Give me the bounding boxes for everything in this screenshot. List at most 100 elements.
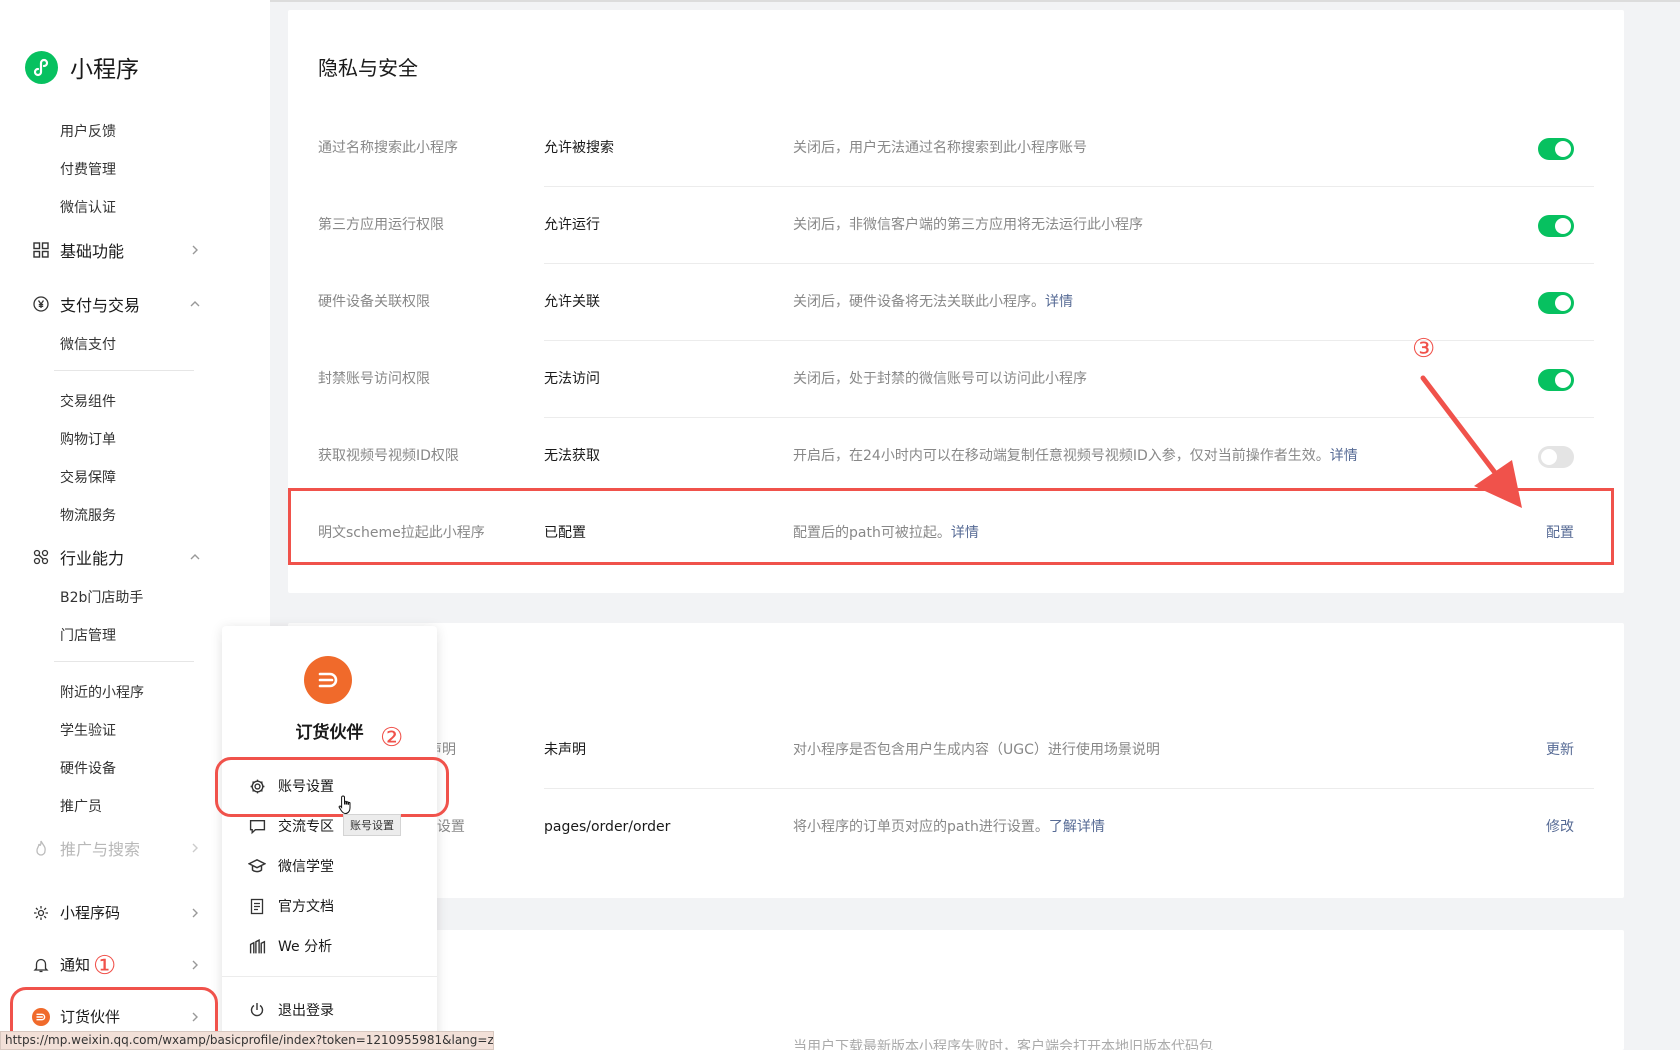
sidebar-item-logistics[interactable]: 物流服务 (60, 505, 116, 525)
flame-icon (32, 839, 50, 857)
chevron-right-icon (188, 958, 202, 972)
yuan-circle-icon (32, 295, 50, 313)
setting-desc: 关闭后，用户无法通过名称搜索到此小程序账号 (793, 140, 1087, 156)
desc-text: 开启后，在24小时内可以在移动端复制任意视频号视频ID入参，仅对当前操作者生效。 (793, 448, 1330, 464)
toggle-switch[interactable] (1538, 292, 1574, 314)
sidebar-item-trade-component[interactable]: 交易组件 (60, 391, 116, 411)
toggle-switch[interactable] (1538, 369, 1574, 391)
setting-status: 无法获取 (544, 448, 600, 464)
chevron-up-icon (188, 297, 202, 311)
sidebar-item-trade-guarantee[interactable]: 交易保障 (60, 467, 116, 487)
setting-row-hardware-link: 硬件设备关联权限 允许关联 关闭后，硬件设备将无法关联此小程序。详情 (318, 264, 1594, 341)
menu-item-label: 官方文档 (278, 899, 334, 915)
annotation-highlight-account-settings (215, 757, 449, 817)
sidebar-item-verification[interactable]: 微信认证 (60, 197, 116, 217)
setting-desc: 关闭后，硬件设备将无法关联此小程序。详情 (793, 264, 1073, 341)
modify-link[interactable]: 修改 (1546, 789, 1574, 866)
setting-name: 硬件设备关联权限 (318, 294, 430, 310)
menu-item-we-analytics[interactable]: We 分析 (248, 936, 332, 956)
sidebar-section-label: 通知 (60, 956, 91, 974)
menu-item-label: 微信学堂 (278, 859, 334, 875)
app-logo[interactable]: 小程序 (25, 50, 139, 84)
setting-desc: 关闭后，处于封禁的微信账号可以访问此小程序 (793, 371, 1087, 387)
sidebar-item-hardware[interactable]: 硬件设备 (60, 758, 116, 778)
setting-row-order-path: h设置 pages/order/order 将小程序的订单页对应的path进行设… (318, 789, 1594, 866)
setting-status: 允许关联 (544, 294, 600, 310)
chevron-right-icon (188, 841, 202, 855)
setting-name: 封禁账号访问权限 (318, 371, 430, 387)
sidebar-item-nearby[interactable]: 附近的小程序 (60, 682, 144, 702)
menu-item-wechat-academy[interactable]: 微信学堂 (248, 856, 334, 876)
divider (54, 370, 194, 371)
sidebar-section-label: 推广与搜索 (60, 840, 141, 859)
setting-desc: 关闭后，非微信客户端的第三方应用将无法运行此小程序 (793, 217, 1143, 233)
sidebar-section-payment[interactable]: 支付与交易 (32, 292, 202, 316)
miniprogram-logo-icon (25, 50, 58, 84)
document-icon (248, 897, 266, 915)
sidebar-item-store-management[interactable]: 门店管理 (60, 625, 116, 645)
account-popup-menu: 订货伙伴 账号设置 交流专区 微信学堂 官方文档 We 分析 退出登录 (222, 626, 437, 1050)
details-link[interactable]: 详情 (1330, 448, 1358, 464)
update-link[interactable]: 更新 (1546, 712, 1574, 789)
browser-status-url: https://mp.weixin.qq.com/wxamp/basicprof… (0, 1031, 494, 1050)
chevron-right-icon (188, 906, 202, 920)
annotation-highlight-scheme-row (288, 488, 1614, 565)
app-name: 小程序 (70, 57, 139, 83)
sidebar-section-qrcode[interactable]: 小程序码 (32, 902, 202, 923)
learn-more-link[interactable]: 了解详情 (1049, 819, 1105, 835)
setting-status: 未声明 (544, 742, 586, 758)
setting-row-ugc-declaration: 声明 未声明 对小程序是否包含用户生成内容（UGC）进行使用场景说明 更新 (318, 712, 1594, 789)
sidebar-section-industry[interactable]: 行业能力 (32, 545, 202, 569)
nodes-icon (32, 548, 50, 566)
account-avatar (304, 656, 352, 704)
setting-status: 允许运行 (544, 217, 600, 233)
sidebar-section-basic[interactable]: 基础功能 (32, 238, 202, 262)
sidebar-item-wechat-pay[interactable]: 微信支付 (60, 334, 116, 354)
popup-divider (222, 976, 437, 977)
annotation-marker-1: ① (93, 951, 117, 981)
grid-icon (32, 241, 50, 259)
setting-name: 通过名称搜索此小程序 (318, 140, 458, 156)
setting-desc: 开启后，在24小时内可以在移动端复制任意视频号视频ID入参，仅对当前操作者生效。… (793, 418, 1358, 495)
details-link[interactable]: 详情 (1045, 294, 1073, 310)
setting-name: 获取视频号视频ID权限 (318, 448, 459, 464)
chevron-right-icon (188, 243, 202, 257)
privacy-card-title: 隐私与安全 (318, 56, 418, 80)
setting-desc: 将小程序的订单页对应的path进行设置。了解详情 (793, 789, 1105, 866)
analytics-icon (248, 937, 266, 955)
sidebar-item-feedback[interactable]: 用户反馈 (60, 121, 116, 141)
account-name: 订货伙伴 (295, 723, 364, 743)
setting-status: 无法访问 (544, 371, 600, 387)
menu-item-logout[interactable]: 退出登录 (248, 1000, 334, 1020)
sidebar-item-shopping-orders[interactable]: 购物订单 (60, 429, 116, 449)
chevron-up-icon (188, 550, 202, 564)
version-card-desc: 当用户下载最新版本小程序失败时，客户端会打开本地旧版本代码包 (793, 1039, 1213, 1050)
setting-status: pages/order/order (544, 819, 671, 835)
sidebar-item-student-verify[interactable]: 学生验证 (60, 720, 116, 740)
menu-item-label: 交流专区 (278, 819, 334, 835)
menu-item-official-docs[interactable]: 官方文档 (248, 896, 334, 916)
bell-icon (32, 956, 50, 974)
sidebar-section-promotion[interactable]: 推广与搜索 (32, 836, 202, 860)
sidebar-item-billing[interactable]: 付费管理 (60, 159, 116, 179)
toggle-switch[interactable] (1538, 138, 1574, 160)
setting-name: 第三方应用运行权限 (318, 217, 444, 233)
menu-item-community[interactable]: 交流专区 (248, 816, 334, 836)
toggle-switch[interactable] (1538, 446, 1574, 468)
setting-desc: 对小程序是否包含用户生成内容（UGC）进行使用场景说明 (793, 742, 1160, 758)
divider (54, 661, 194, 662)
hand-cursor-icon (338, 795, 351, 815)
sidebar-item-b2b-assistant[interactable]: B2b门店助手 (60, 587, 143, 607)
desc-text: 将小程序的订单页对应的path进行设置。 (793, 819, 1049, 835)
setting-row-channels-video-id: 获取视频号视频ID权限 无法获取 开启后，在24小时内可以在移动端复制任意视频号… (318, 418, 1594, 495)
toggle-switch[interactable] (1538, 215, 1574, 237)
sun-icon (32, 904, 50, 922)
setting-row-search-by-name: 通过名称搜索此小程序 允许被搜索 关闭后，用户无法通过名称搜索到此小程序账号 (318, 110, 1594, 187)
sidebar-section-notifications[interactable]: 通知 (32, 954, 202, 975)
setting-status: 允许被搜索 (544, 140, 614, 156)
chat-icon (248, 817, 266, 835)
menu-item-label: We 分析 (278, 939, 333, 955)
sidebar-item-promoter[interactable]: 推广员 (60, 796, 102, 816)
setting-row-third-party-run: 第三方应用运行权限 允许运行 关闭后，非微信客户端的第三方应用将无法运行此小程序 (318, 187, 1594, 264)
annotation-marker-2: ② (380, 723, 404, 753)
